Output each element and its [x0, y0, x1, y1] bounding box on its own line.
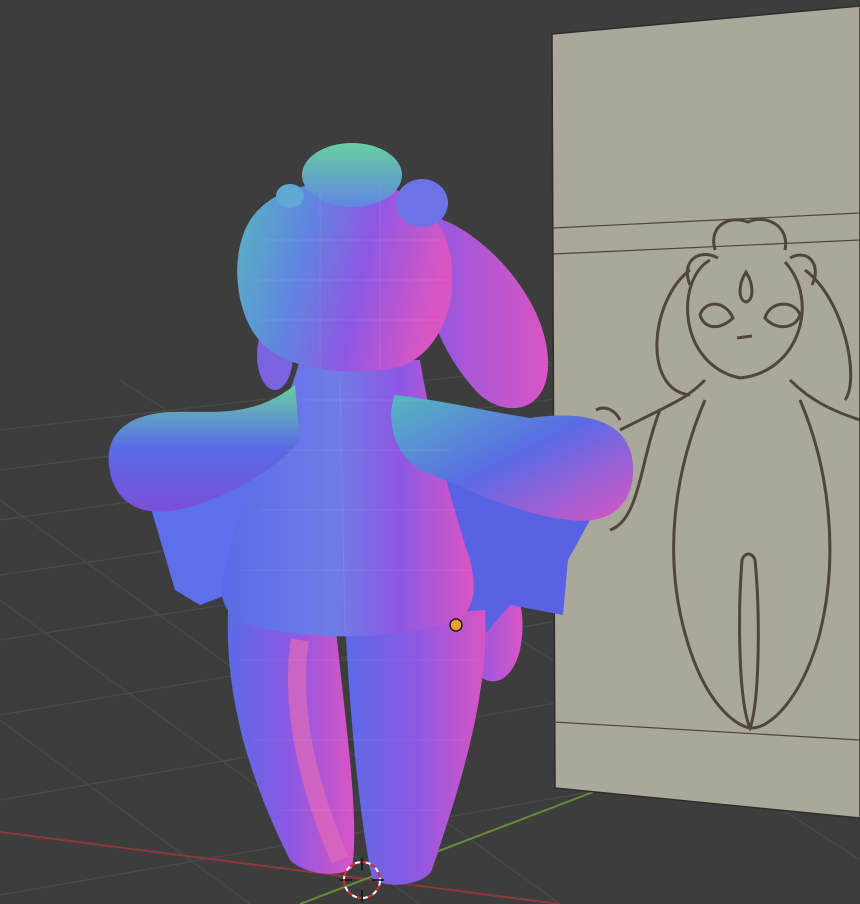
viewport-canvas[interactable]: [0, 0, 860, 904]
mesh-head-bun-side: [396, 179, 448, 227]
mesh-head-bun: [302, 143, 402, 207]
reference-image-plane[interactable]: [551, 5, 860, 819]
mesh-leg-right: [345, 610, 486, 885]
3d-viewport[interactable]: [0, 0, 860, 904]
object-origin-point[interactable]: [449, 618, 463, 632]
mesh-head-bun-left: [276, 184, 304, 208]
